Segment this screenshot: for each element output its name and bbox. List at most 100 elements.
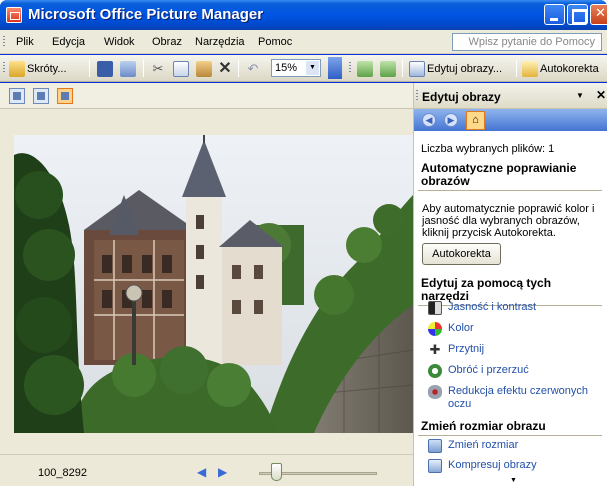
castle-photo-image [14,135,413,433]
color-label: Kolor [448,322,474,334]
taskpane-title: Edytuj obrazy [422,90,501,104]
back-icon[interactable]: ◀ [422,113,436,127]
menu-view[interactable]: Widok [104,36,135,48]
edit-pictures-button[interactable]: Edytuj obrazy... [409,60,502,78]
zoom-slider-thumb[interactable] [271,463,282,481]
app-window: Microsoft Office Picture Manager Plik Ed… [0,0,607,486]
auto-correct-heading: Automatyczne poprawianie obrazów [418,162,602,191]
resize-label: Zmień rozmiar [448,439,519,451]
undo-icon: ↶ [247,61,259,76]
picture-manager-icon[interactable] [6,7,22,23]
taskpane-header: Edytuj obrazy ▼ ✕ [414,83,607,109]
title-bar: Microsoft Office Picture Manager [0,0,607,30]
maximize-button[interactable] [567,4,588,25]
crop-icon: ✚ [429,342,441,357]
undo-button[interactable]: ↶ [245,60,261,78]
castle-photo[interactable] [14,135,413,433]
menu-image[interactable]: Obraz [152,36,182,48]
menu-bar: Plik Edycja Widok Obraz Narzędzia Pomoc … [0,30,607,54]
autocorrect-button[interactable]: Autokorekta [422,243,501,265]
red-eye-link[interactable]: Redukcja efektu czerwonych oczu [428,385,598,411]
compress-link[interactable]: Kompresuj obrazy [428,459,537,473]
taskpane-navbar: ◀ ▶ ⌂ [414,109,607,131]
rotate-flip-link[interactable]: Obróć i przerzuć [428,364,529,378]
save-button[interactable] [97,60,113,78]
menu-help[interactable]: Pomoc [258,36,292,48]
copy-button[interactable] [173,60,189,78]
rotate-right-button[interactable] [380,60,396,78]
red-eye-icon [428,385,442,399]
resize-link[interactable]: Zmień rozmiar [428,439,518,453]
taskpane-grip-icon[interactable] [416,90,418,102]
rotate-icon [428,364,442,378]
shortcuts-button[interactable]: Skróty... [9,60,67,78]
menu-file[interactable]: Plik [16,36,34,48]
toolbar-separator [238,60,239,77]
toolbar-separator [516,60,517,77]
color-link[interactable]: Kolor [428,322,474,336]
help-search-input[interactable]: Wpisz pytanie do Pomocy [452,33,602,51]
delete-icon: ✕ [218,60,232,77]
color-icon [428,322,442,336]
selected-files-count: Liczba wybranych plików: 1 [421,143,555,155]
filmstrip-view-icon[interactable] [33,88,49,104]
picture-canvas [0,109,413,454]
compress-label: Kompresuj obrazy [448,459,537,471]
toolbar-grip-icon[interactable] [3,62,5,74]
previous-picture-icon[interactable]: ◀ [197,465,206,479]
rotate-flip-label: Obróć i przerzuć [448,364,529,376]
scroll-down-icon[interactable]: ▼ [510,477,517,484]
rotate-left-button[interactable] [357,60,373,78]
toolbar-separator [143,60,144,77]
compress-icon [428,459,442,473]
menubar-grip-icon[interactable] [3,36,5,48]
shortcuts-label: Skróty... [27,63,67,75]
home-icon[interactable]: ⌂ [466,111,485,130]
window-title: Microsoft Office Picture Manager [28,6,264,23]
thumbnail-view-icon[interactable] [9,88,25,104]
forward-icon[interactable]: ▶ [444,113,458,127]
export-button[interactable] [120,60,136,78]
minimize-button[interactable] [544,4,565,25]
toolbar-separator [89,60,90,77]
autocorrect-toolbar-button[interactable]: Autokorekta [522,60,599,78]
autocorrect-icon [522,61,538,77]
crop-label: Przytnij [448,343,485,355]
paste-icon [196,61,212,77]
delete-button[interactable]: ✕ [217,60,233,78]
taskpane-body: Liczba wybranych plików: 1 Automatyczne … [414,131,607,486]
zoom-select[interactable]: 15% ▼ [271,59,321,77]
menu-edit[interactable]: Edycja [52,36,85,48]
taskpane-close-icon[interactable]: ✕ [596,88,606,102]
toolbar-separator [402,60,403,77]
single-picture-view-icon[interactable] [57,88,73,104]
brightness-contrast-link[interactable]: Jasność i kontrast [428,301,536,315]
view-mode-bar [0,83,413,109]
edit-pictures-taskpane: Edytuj obrazy ▼ ✕ ◀ ▶ ⌂ Liczba wybranych… [413,83,607,486]
next-picture-icon[interactable]: ▶ [218,465,227,479]
toolbar-options-button[interactable] [328,57,342,79]
rotate-right-icon [380,61,396,77]
shortcuts-icon [9,61,25,77]
toolbar: Skróty... ✂ ✕ ↶ 15% ▼ Edytuj obrazy... A… [0,55,607,82]
brightness-contrast-label: Jasność i kontrast [448,301,537,313]
resize-heading: Zmień rozmiar obrazu [418,420,602,436]
cut-button[interactable]: ✂ [150,60,166,78]
copy-icon [173,61,189,77]
status-bar: 100_8292 ◀ ▶ [0,454,413,486]
export-icon [120,61,136,77]
save-icon [97,61,113,77]
edit-pictures-icon [409,61,425,77]
taskpane-menu-icon[interactable]: ▼ [576,91,584,100]
red-eye-label: Redukcja efektu czerwonych oczu [448,385,589,410]
toolbar-grip-icon[interactable] [349,62,351,74]
paste-button[interactable] [196,60,212,78]
auto-correct-description: Aby automatycznie poprawić kolor i jasno… [422,203,595,239]
resize-icon [428,439,442,453]
crop-link[interactable]: ✚ Przytnij [428,342,485,357]
scissors-icon: ✂ [152,61,164,76]
picture-filename: 100_8292 [38,467,87,479]
menu-tools[interactable]: Narzędzia [195,36,245,48]
autocorrect-label: Autokorekta [540,63,599,75]
close-button[interactable] [590,4,607,25]
